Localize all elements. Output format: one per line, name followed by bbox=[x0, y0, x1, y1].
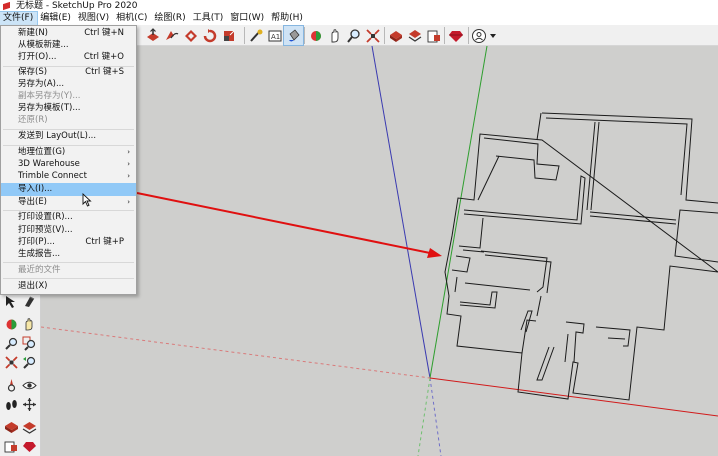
camera-tools-group bbox=[306, 26, 382, 45]
layout-icon[interactable] bbox=[424, 26, 443, 45]
menu-separator bbox=[3, 262, 134, 263]
menu-bar: 文件(F) 编辑(E) 视图(V) 相机(C) 绘图(R) 工具(T) 窗口(W… bbox=[0, 11, 718, 26]
section-plane-icon[interactable] bbox=[20, 395, 38, 413]
position-camera-icon[interactable] bbox=[2, 376, 20, 394]
menu-tools[interactable]: 工具(T) bbox=[190, 12, 228, 25]
menu-item-print-setup[interactable]: 打印设置(R)... bbox=[1, 211, 136, 224]
orbit-icon[interactable] bbox=[306, 26, 325, 45]
menu-draw[interactable]: 绘图(R) bbox=[151, 12, 189, 25]
sketchup-logo-icon bbox=[2, 1, 12, 11]
account-group bbox=[470, 26, 498, 45]
push-pull-icon[interactable] bbox=[143, 26, 162, 45]
blue-axis-negative bbox=[429, 377, 442, 456]
ruby-tools-group bbox=[446, 26, 465, 45]
sketchup-window: 无标题 - SketchUp Pro 2020 文件(F) 编辑(E) 视图(V… bbox=[0, 0, 718, 456]
submenu-arrow-icon: › bbox=[127, 172, 130, 180]
menu-item-revert: 还原(R) bbox=[18, 115, 48, 125]
svg-text:A1: A1 bbox=[271, 33, 280, 41]
floor-plan-drawing bbox=[444, 112, 718, 401]
rotate-icon[interactable] bbox=[200, 26, 219, 45]
menu-help[interactable]: 帮助(H) bbox=[268, 12, 307, 25]
menu-item-exit[interactable]: 退出(X) bbox=[1, 280, 136, 293]
ruby-icon[interactable] bbox=[446, 26, 465, 45]
red-axis-negative bbox=[41, 326, 431, 379]
pan-icon[interactable] bbox=[20, 315, 38, 333]
follow-me-icon[interactable] bbox=[162, 26, 181, 45]
offset-icon[interactable] bbox=[181, 26, 200, 45]
mouse-cursor-icon bbox=[82, 193, 92, 207]
menu-item-import[interactable]: 导入(I)... bbox=[1, 183, 136, 196]
file-menu-dropdown: 新建(N) Ctrl 键+N 从模板新建... 打开(O)... Ctrl 键+… bbox=[0, 25, 137, 295]
menu-item-export[interactable]: 导出(E) › bbox=[1, 196, 136, 209]
window-title: 无标题 - SketchUp Pro 2020 bbox=[16, 1, 138, 11]
zoom-extents-icon[interactable] bbox=[2, 353, 20, 371]
walk-icon[interactable] bbox=[2, 395, 20, 413]
menu-item-generate-report[interactable]: 生成报告... bbox=[1, 248, 136, 261]
account-icon[interactable] bbox=[470, 26, 498, 45]
annotation-arrow bbox=[136, 192, 442, 258]
menu-item-send-to-layout[interactable]: 发送到 LayOut(L)... bbox=[1, 130, 136, 143]
layout-send-icon[interactable] bbox=[2, 437, 20, 455]
menu-window[interactable]: 窗口(W) bbox=[227, 12, 268, 25]
ruby-icon[interactable] bbox=[20, 437, 38, 455]
model-viewport[interactable] bbox=[41, 46, 718, 456]
construction-tools-group: A1 bbox=[246, 25, 304, 46]
menu-item-trimble-connect[interactable]: Trimble Connect › bbox=[1, 170, 136, 183]
text-icon[interactable]: A1 bbox=[265, 26, 284, 45]
zoom-icon[interactable] bbox=[344, 26, 363, 45]
green-axis bbox=[429, 46, 488, 379]
extension-warehouse-icon[interactable] bbox=[20, 418, 38, 436]
menu-file[interactable]: 文件(F) bbox=[0, 11, 39, 26]
tape-measure-icon[interactable] bbox=[246, 26, 265, 45]
menu-item-open[interactable]: 打开(O)... Ctrl 键+O bbox=[1, 51, 136, 64]
pan-icon[interactable] bbox=[325, 26, 344, 45]
menu-separator bbox=[3, 278, 134, 279]
scale-icon[interactable] bbox=[219, 26, 238, 45]
menu-camera[interactable]: 相机(C) bbox=[113, 12, 151, 25]
red-axis bbox=[429, 377, 718, 417]
orbit-icon[interactable] bbox=[2, 315, 20, 333]
extension-warehouse-icon[interactable] bbox=[405, 26, 424, 45]
menu-item-recent-files: 最近的文件 bbox=[18, 265, 61, 275]
viewport-canvas bbox=[41, 46, 718, 456]
menu-edit[interactable]: 编辑(E) bbox=[37, 12, 75, 25]
warehouse-icon[interactable] bbox=[2, 418, 20, 436]
green-axis-negative bbox=[417, 377, 431, 456]
blue-axis bbox=[371, 46, 431, 379]
warehouse-tools-group bbox=[386, 26, 443, 45]
warehouse-icon[interactable] bbox=[386, 26, 405, 45]
zoom-extents-icon[interactable] bbox=[363, 26, 382, 45]
paint-bucket-icon[interactable] bbox=[283, 25, 304, 46]
previous-view-icon[interactable] bbox=[20, 353, 38, 371]
look-around-icon[interactable] bbox=[20, 376, 38, 394]
submenu-arrow-icon: › bbox=[127, 198, 130, 206]
edit-tools-group bbox=[143, 26, 238, 45]
title-bar: 无标题 - SketchUp Pro 2020 bbox=[0, 0, 718, 12]
zoom-icon[interactable] bbox=[2, 334, 20, 352]
zoom-window-icon[interactable] bbox=[20, 334, 38, 352]
menu-view[interactable]: 视图(V) bbox=[75, 12, 113, 25]
